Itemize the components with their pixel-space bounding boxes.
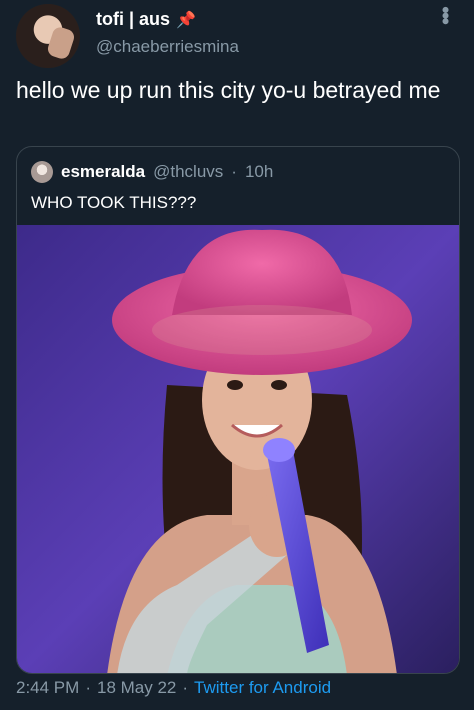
quoted-tweet-header: esmeralda @thcluvs · 10h [31, 161, 273, 183]
tweet-timestamp-row: 2:44 PM · 18 May 22 · Twitter for Androi… [16, 678, 331, 698]
footer-separator: · [85, 678, 91, 697]
author-name-row: tofi | aus 📌 [96, 9, 196, 30]
quoted-tweet-photo[interactable] [17, 225, 460, 674]
quoted-tweet-card[interactable]: esmeralda @thcluvs · 10h WHO TOOK THIS??… [16, 146, 460, 674]
quoted-separator: · [231, 162, 237, 181]
tweet-text: hello we up run this city yo-u betrayed … [16, 77, 441, 103]
pushpin-icon: 📌 [176, 11, 196, 29]
quoted-author-avatar [31, 161, 53, 183]
quoted-tweet-text: WHO TOOK THIS??? [31, 193, 197, 212]
quoted-age: 10h [244, 162, 274, 181]
quoted-author-name: esmeralda [61, 162, 146, 181]
tweet-source-link[interactable]: Twitter for Android [194, 678, 331, 698]
footer-separator: · [182, 678, 189, 697]
quoted-author-handle: @thcluvs [153, 162, 224, 181]
tweet-time[interactable]: 2:44 PM [16, 678, 79, 698]
author-avatar[interactable] [16, 4, 80, 68]
tweet-date[interactable]: 18 May 22 [97, 678, 176, 698]
author-display-name[interactable]: tofi | aus [96, 9, 170, 30]
author-handle[interactable]: @chaeberriesmina [96, 37, 239, 57]
more-options-icon[interactable]: ••• [433, 6, 458, 23]
